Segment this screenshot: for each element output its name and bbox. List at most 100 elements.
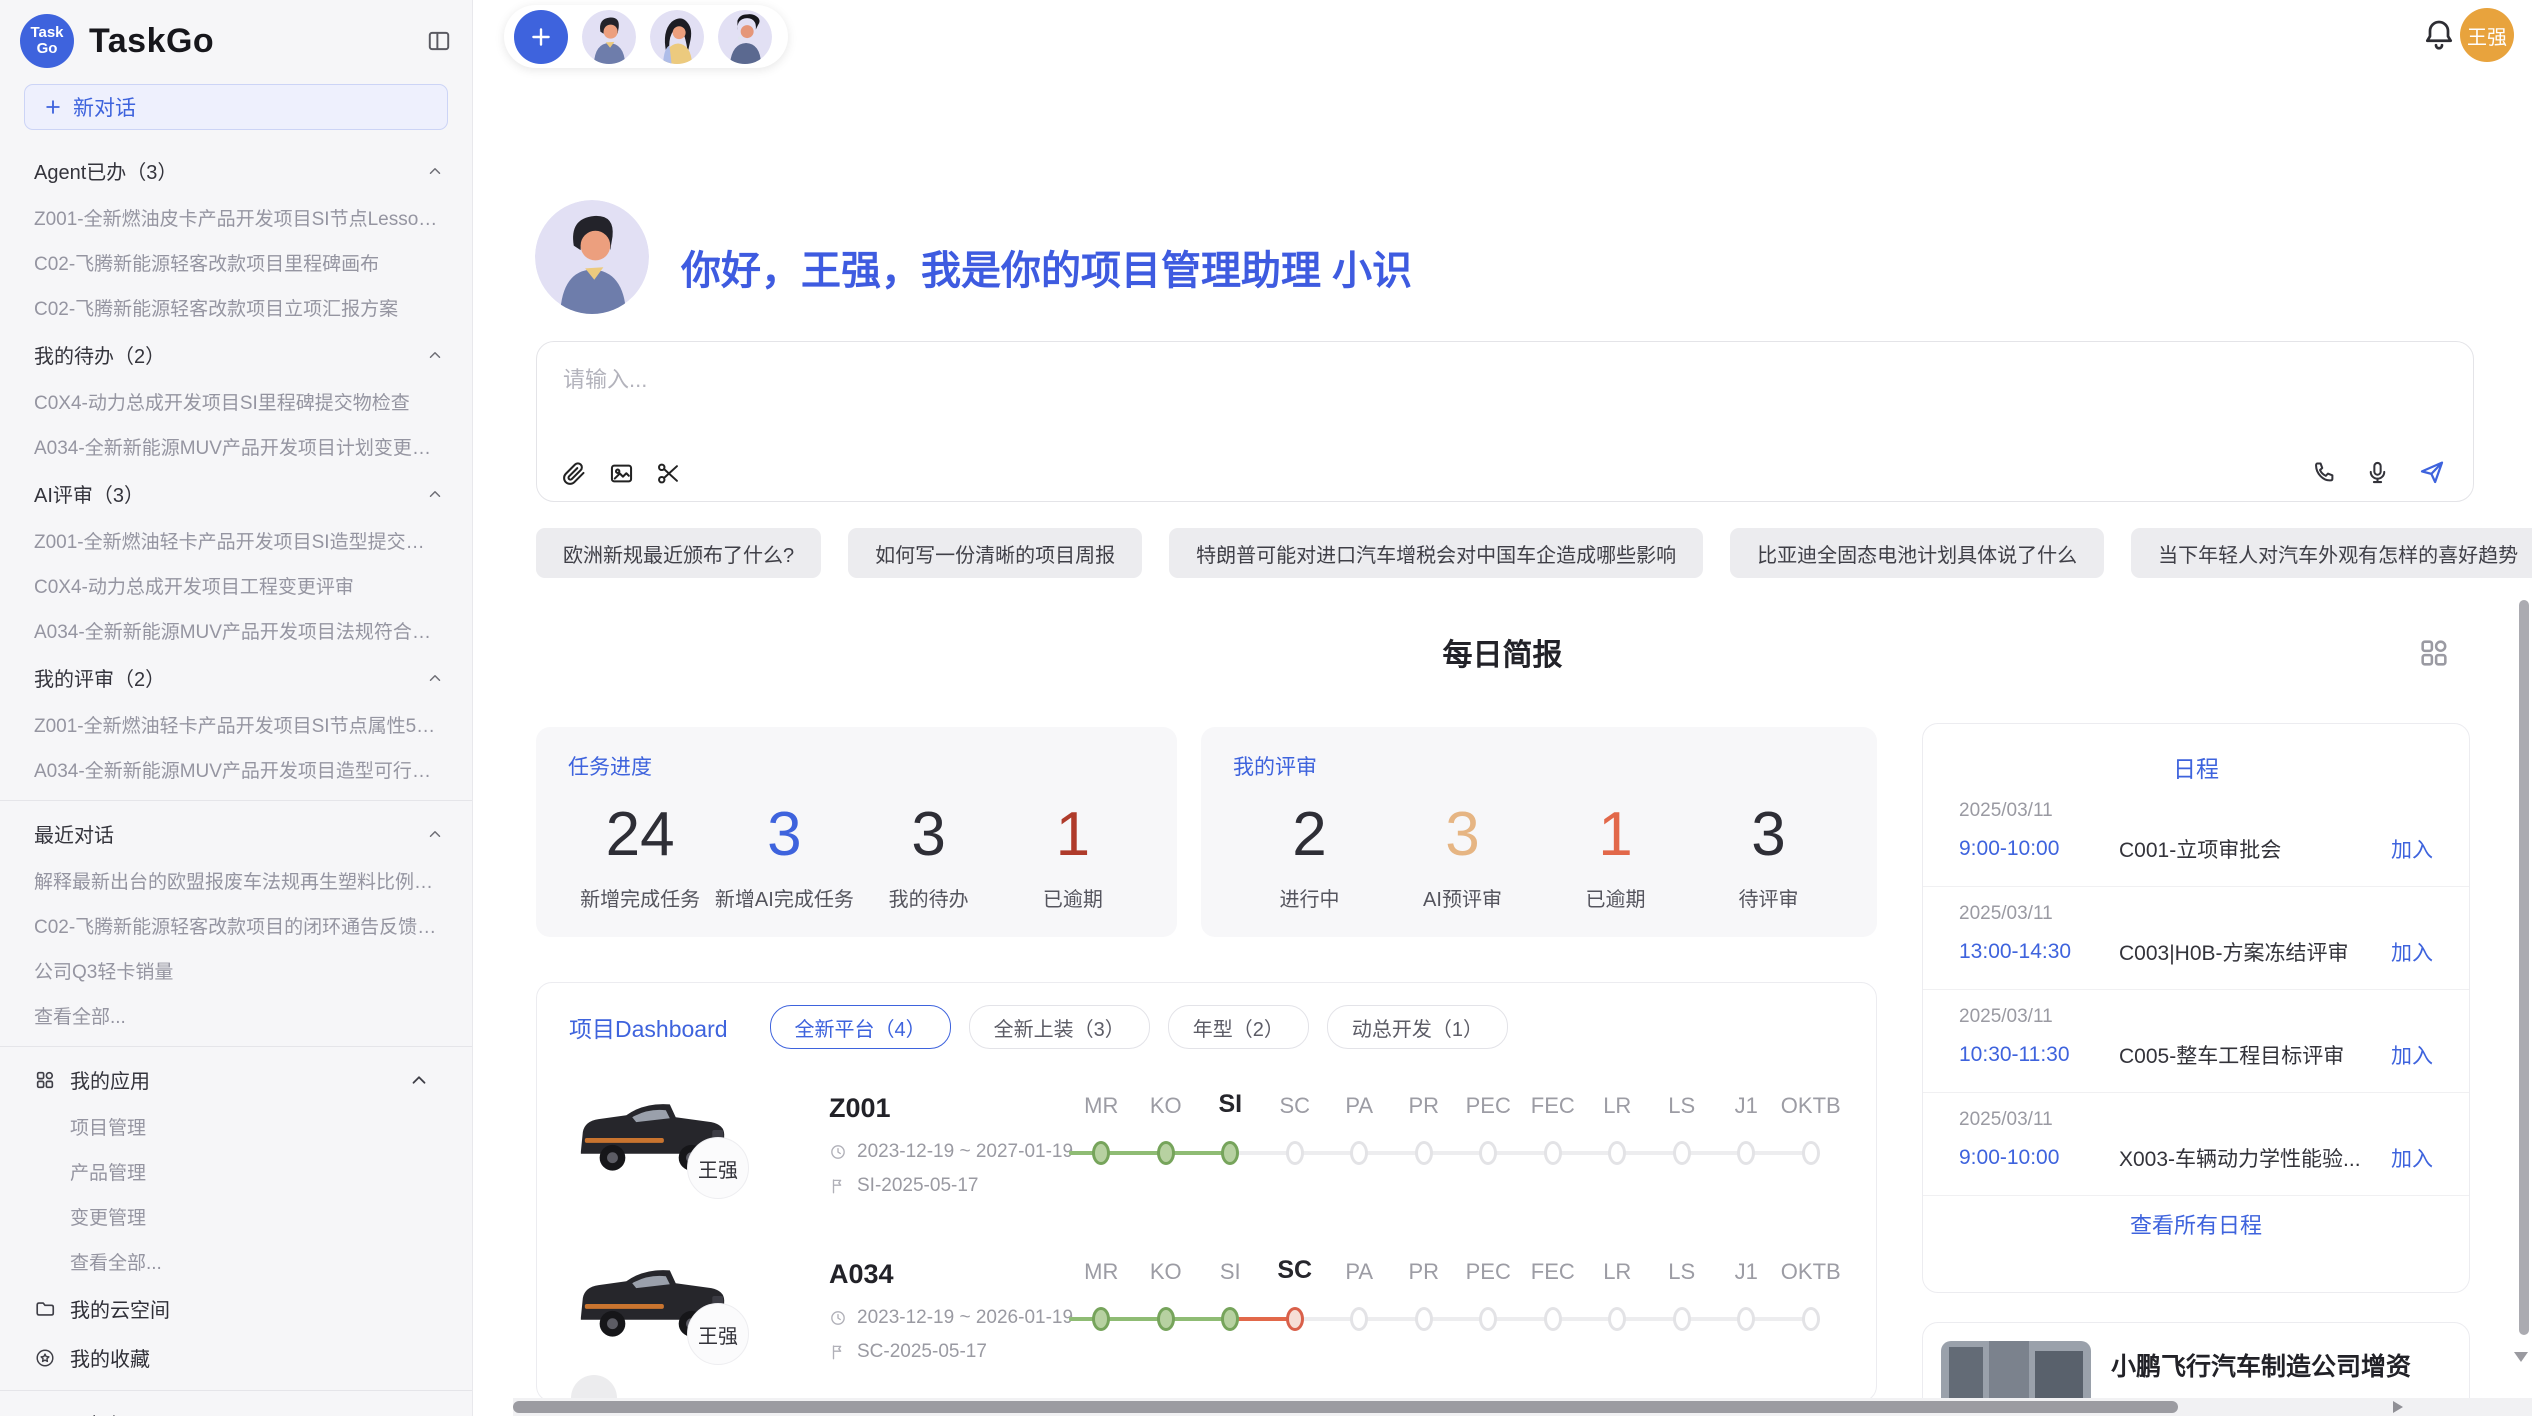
- chat-input[interactable]: [561, 360, 2449, 428]
- milestone-node-mr[interactable]: [1092, 1307, 1110, 1331]
- user-avatar[interactable]: 王强: [2460, 8, 2514, 62]
- event-name: C003|H0B-方案冻结评审: [2119, 937, 2379, 967]
- layout-grid-icon[interactable]: [2417, 636, 2451, 670]
- milestone-node-pr[interactable]: [1415, 1141, 1433, 1165]
- sidebar-item[interactable]: 解释最新出台的欧盟报废车法规再生塑料比例被调至15%...: [0, 858, 472, 903]
- milestone-node-lr[interactable]: [1608, 1307, 1626, 1331]
- taskgo-logo: Task Go: [20, 14, 74, 68]
- sidebar-item-product-mgmt[interactable]: 产品管理: [0, 1149, 472, 1194]
- sidebar-group-header[interactable]: Agent已办（3）: [0, 146, 472, 195]
- event-row: 9:00-10:00 C001-立项审批会 加入: [1959, 834, 2433, 864]
- milestone-node-pr[interactable]: [1415, 1307, 1433, 1331]
- milestone-node-si[interactable]: [1221, 1307, 1239, 1331]
- project-code[interactable]: A034: [829, 1259, 894, 1290]
- milestone-node-si[interactable]: [1221, 1141, 1239, 1165]
- sidebar-item-view-all[interactable]: 查看全部...: [0, 1239, 472, 1284]
- avatar[interactable]: [650, 10, 704, 64]
- clock-icon: [829, 1143, 847, 1161]
- suggestion-chip[interactable]: 特朗普可能对进口汽车增税会对中国车企造成哪些影响: [1169, 528, 1703, 578]
- sidebar-item-favorites[interactable]: 我的收藏: [0, 1333, 472, 1382]
- vertical-scrollbar-thumb[interactable]: [2519, 600, 2529, 1335]
- milestone-node-oktb[interactable]: [1802, 1307, 1820, 1331]
- send-icon[interactable]: [2417, 457, 2447, 487]
- milestone-node-ko[interactable]: [1157, 1307, 1175, 1331]
- suggestion-chip[interactable]: 如何写一份清晰的项目周报: [848, 528, 1142, 578]
- project-dashboard-card: 项目Dashboard 全新平台（4） 全新上装（3） 年型（2） 动总开发（1…: [536, 982, 1877, 1402]
- milestone-node-ls[interactable]: [1673, 1141, 1691, 1165]
- avatar[interactable]: [718, 10, 772, 64]
- suggestion-chip[interactable]: 比亚迪全固态电池计划具体说了什么: [1730, 528, 2104, 578]
- milestone-node-pec[interactable]: [1479, 1141, 1497, 1165]
- sidebar-item-ai-super-staff[interactable]: AI超级员工: [0, 1399, 472, 1416]
- stat-card-title: 我的评审: [1233, 751, 1845, 781]
- milestone-node-lr[interactable]: [1608, 1141, 1626, 1165]
- event-row: 13:00-14:30 C003|H0B-方案冻结评审 加入: [1959, 937, 2433, 967]
- chevron-up-icon: [426, 825, 444, 843]
- sidebar-my-apps-header[interactable]: 我的应用: [0, 1055, 472, 1104]
- sidebar-item-change-mgmt[interactable]: 变更管理: [0, 1194, 472, 1239]
- milestone-node-ls[interactable]: [1673, 1307, 1691, 1331]
- avatar[interactable]: [582, 10, 636, 64]
- join-button[interactable]: 加入: [2391, 937, 2433, 967]
- milestone-node-mr[interactable]: [1092, 1141, 1110, 1165]
- sidebar-item-cloud-space[interactable]: 我的云空间: [0, 1284, 472, 1333]
- sidebar-item[interactable]: Z001-全新燃油轻卡产品开发项目SI节点属性5D文件评审: [0, 702, 472, 747]
- sidebar-item[interactable]: C02-飞腾新能源轻客改款项目的闭环通告反馈情况: [0, 903, 472, 948]
- sidebar-group-header[interactable]: 最近对话: [0, 809, 472, 858]
- milestone-track: [1069, 1295, 1849, 1343]
- suggestion-chip[interactable]: 欧洲新规最近颁布了什么?: [536, 528, 821, 578]
- milestone-node-oktb[interactable]: [1802, 1141, 1820, 1165]
- sidebar-item[interactable]: A034-全新新能源MUV产品开发项目造型可行性评审: [0, 747, 472, 792]
- sidebar-group-header[interactable]: 我的评审（2）: [0, 653, 472, 702]
- tab-all-new-platform[interactable]: 全新平台（4）: [770, 1005, 951, 1049]
- phone-icon[interactable]: [2311, 459, 2338, 486]
- sidebar-collapse-icon[interactable]: [426, 28, 452, 54]
- join-button[interactable]: 加入: [2391, 1143, 2433, 1173]
- join-button[interactable]: 加入: [2391, 1040, 2433, 1070]
- sidebar-item[interactable]: A034-全新新能源MUV产品开发项目法规符合性评审: [0, 608, 472, 653]
- join-button[interactable]: 加入: [2391, 834, 2433, 864]
- milestone-node-sc[interactable]: [1286, 1307, 1304, 1331]
- milestone-node-pa[interactable]: [1350, 1307, 1368, 1331]
- scroll-down-arrow-icon[interactable]: [2514, 1352, 2528, 1362]
- sidebar-item[interactable]: 公司Q3轻卡销量: [0, 948, 472, 993]
- image-upload-icon[interactable]: [608, 460, 635, 487]
- add-member-button[interactable]: [514, 10, 568, 64]
- milestone-node-pa[interactable]: [1350, 1141, 1368, 1165]
- scissors-icon[interactable]: [655, 460, 682, 487]
- sidebar-item[interactable]: C02-飞腾新能源轻客改款项目里程碑画布: [0, 240, 472, 285]
- sidebar-item[interactable]: C0X4-动力总成开发项目工程变更评审: [0, 563, 472, 608]
- sidebar-item[interactable]: C0X4-动力总成开发项目SI里程碑提交物检查: [0, 379, 472, 424]
- sidebar-item[interactable]: C02-飞腾新能源轻客改款项目立项汇报方案: [0, 285, 472, 330]
- sidebar: Task Go TaskGo 新对话 Agent已办（3） Z001-全新燃油皮…: [0, 0, 473, 1416]
- scroll-right-arrow-icon[interactable]: [2393, 1401, 2403, 1413]
- paperclip-icon[interactable]: [561, 460, 588, 487]
- view-all-schedules-link[interactable]: 查看所有日程: [1923, 1208, 2469, 1240]
- tab-all-new-body[interactable]: 全新上装（3）: [969, 1005, 1150, 1049]
- new-chat-button[interactable]: 新对话: [24, 84, 448, 130]
- sidebar-group-header[interactable]: 我的待办（2）: [0, 330, 472, 379]
- milestone-node-fec[interactable]: [1544, 1307, 1562, 1331]
- milestone-node-pec[interactable]: [1479, 1307, 1497, 1331]
- project-code[interactable]: Z001: [829, 1093, 891, 1124]
- schedule-event: 2025/03/11 10:30-11:30 C005-整车工程目标评审 加入: [1923, 990, 2469, 1093]
- tab-model-year[interactable]: 年型（2）: [1168, 1005, 1309, 1049]
- milestone-node-fec[interactable]: [1544, 1141, 1562, 1165]
- sidebar-item[interactable]: A034-全新新能源MUV产品开发项目计划变更表编写: [0, 424, 472, 469]
- mic-icon[interactable]: [2364, 459, 2391, 486]
- sidebar-item-view-all[interactable]: 查看全部...: [0, 993, 472, 1038]
- milestone-node-sc[interactable]: [1286, 1141, 1304, 1165]
- sidebar-item-project-mgmt[interactable]: 项目管理: [0, 1104, 472, 1149]
- tab-powertrain-dev[interactable]: 动总开发（1）: [1327, 1005, 1508, 1049]
- suggestion-chip[interactable]: 当下年轻人对汽车外观有怎样的喜好趋势: [2131, 528, 2532, 578]
- horizontal-scrollbar-thumb[interactable]: [513, 1401, 2178, 1413]
- milestone-label-ko: KO: [1134, 1259, 1199, 1285]
- notification-bell-icon[interactable]: [2421, 16, 2457, 52]
- sidebar-item[interactable]: Z001-全新燃油皮卡产品开发项目SI节点Lesson Learn报告: [0, 195, 472, 240]
- milestone-node-ko[interactable]: [1157, 1141, 1175, 1165]
- milestone-node-j1[interactable]: [1737, 1307, 1755, 1331]
- sidebar-item[interactable]: Z001-全新燃油轻卡产品开发项目SI造型提交物评审: [0, 518, 472, 563]
- sidebar-group-header[interactable]: AI评审（3）: [0, 469, 472, 518]
- milestone-node-j1[interactable]: [1737, 1141, 1755, 1165]
- milestone-label-pec: PEC: [1456, 1259, 1521, 1285]
